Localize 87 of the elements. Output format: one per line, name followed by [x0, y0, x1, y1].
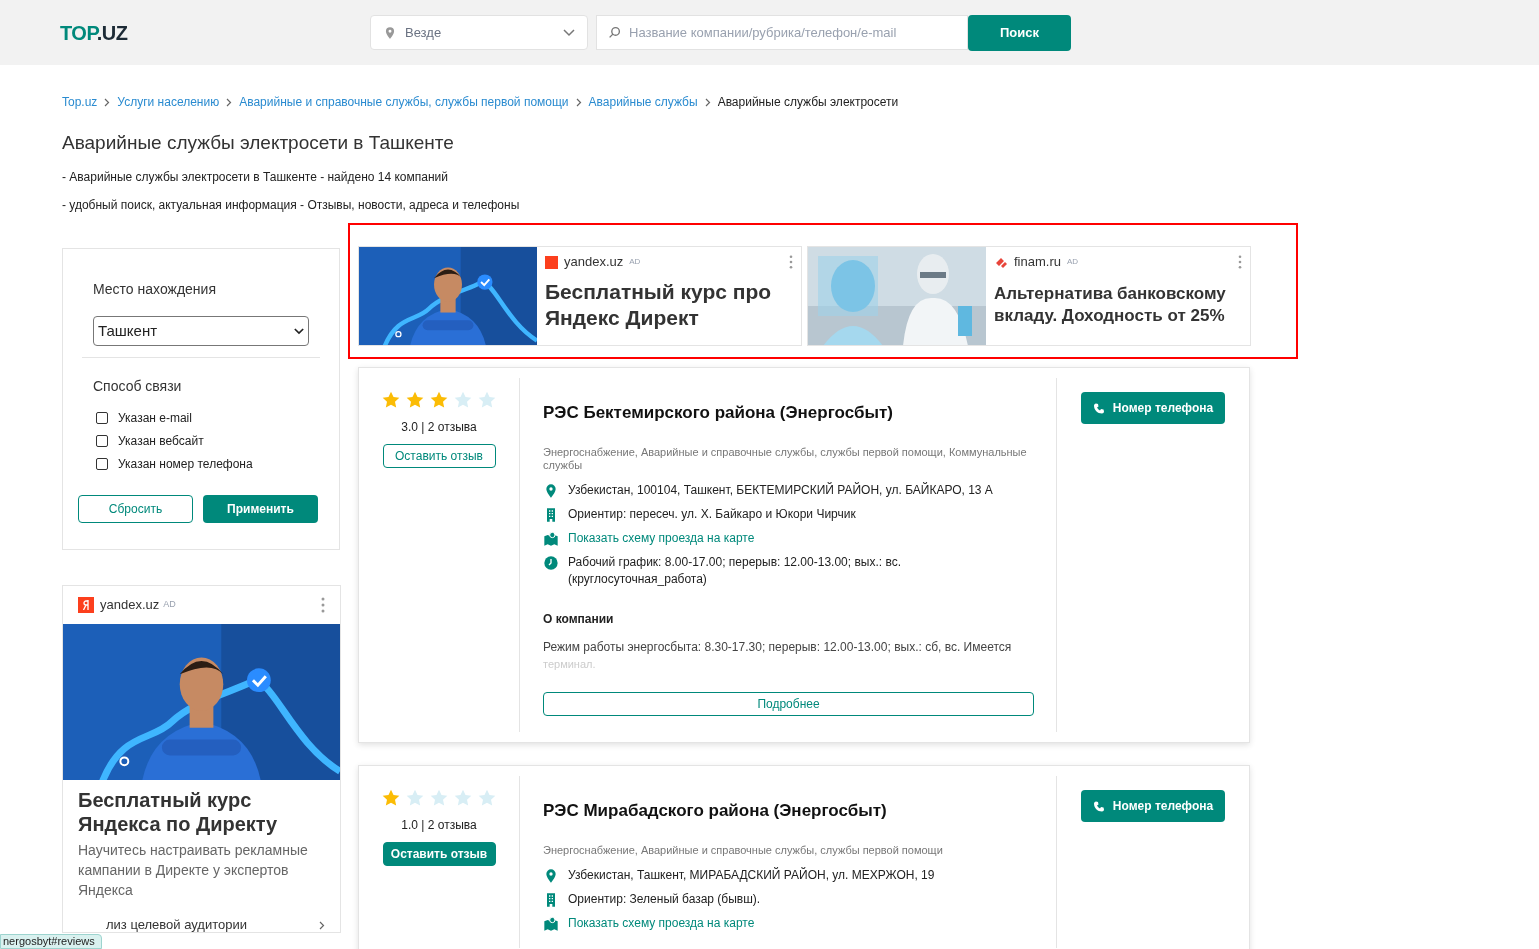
phone-button[interactable]: Номер телефона	[1081, 790, 1225, 822]
breadcrumb-current: Аварийные службы электросети	[717, 94, 899, 111]
location-pin-icon	[383, 24, 397, 41]
chevron-right-icon	[704, 97, 711, 107]
chevron-right-icon	[226, 97, 233, 107]
ad-title: Бесплатный курс про Яндекс Директ	[545, 279, 773, 331]
city-select[interactable]: Ташкент	[93, 316, 309, 346]
breadcrumb-link[interactable]: Услуги населению	[117, 93, 220, 111]
more-button[interactable]: Подробнее	[543, 692, 1034, 716]
intro-text: - удобный поиск, актуальная информация - Отзывы, новости, адреса и телефоны	[62, 197, 521, 213]
star-icon	[477, 788, 497, 808]
location-select[interactable]: Везде	[370, 15, 588, 50]
rating-text: 1.0 | 2 отзыва	[401, 817, 477, 834]
star-icon	[381, 390, 401, 410]
page-title: Аварийные службы электросети в Ташкенте	[62, 131, 455, 155]
location-pin-icon	[543, 482, 559, 499]
rating-text: 3.0 | 2 отзыва	[401, 419, 477, 436]
ad-source: yandex.uz	[564, 253, 624, 272]
phone-button[interactable]: Номер телефона	[1081, 392, 1225, 424]
company-categories: Энергоснабжение, Аварийные и справочные службы, службы первой помощи	[543, 843, 944, 857]
star-icon	[429, 788, 449, 808]
star-icon	[405, 788, 425, 808]
breadcrumb-link[interactable]: Аварийные службы	[588, 93, 698, 111]
map-link[interactable]: Показать схему проезда на карте	[568, 914, 755, 932]
search-button[interactable]: Поиск	[968, 14, 1071, 51]
checkbox[interactable]	[96, 435, 108, 447]
more-options-icon[interactable]	[321, 597, 325, 613]
phone-icon	[1092, 799, 1105, 813]
detail-text: Ориентир: пересеч. ул. Х. Байкаро и Юкори Чирчик	[568, 505, 856, 523]
company-categories: Энергоснабжение, Аварийные и справочные службы, службы первой помощи, Коммунальные службы	[543, 445, 1028, 472]
site-logo[interactable]: TOP.UZ	[60, 17, 370, 48]
breadcrumb-link[interactable]: Аварийные и справочные службы, службы первой помощи	[239, 93, 569, 111]
ad-label: AD	[1066, 256, 1079, 268]
ad-label: AD	[629, 256, 641, 268]
search-field[interactable]: Название компании/рубрика/телефон/e-mail	[596, 15, 968, 50]
review-button[interactable]: Оставить отзыв	[382, 842, 496, 866]
checkbox-label: Указан номер телефона	[118, 456, 253, 473]
map-link[interactable]: Показать схему проезда на карте	[568, 529, 755, 547]
checkbox-label: Указан вебсайт	[118, 433, 204, 450]
detail-text: Узбекистан, Ташкент, МИРАБАДСКИЙ РАЙОН, ул. МЕХРЖОН, 19	[568, 866, 935, 884]
checkbox[interactable]	[96, 458, 108, 470]
company-name[interactable]: РЭС Мирабадского района (Энергосбыт)	[543, 798, 1033, 824]
star-icon	[405, 390, 425, 410]
ad-card[interactable]: finam.ru AD Альтернатива банковскому вкладу. Доходность от 25%	[807, 246, 1251, 346]
star-icon	[477, 390, 497, 410]
detail-text: Ориентир: Зеленый базар (бывш).	[568, 890, 761, 908]
diamond-logo-icon	[994, 255, 1008, 269]
ad-title: Альтернатива банковскому вкладу. Доходность от 25%	[994, 283, 1227, 327]
review-button[interactable]: Оставить отзыв	[382, 444, 496, 468]
phone-icon	[1092, 401, 1105, 415]
star-icon	[453, 788, 473, 808]
chevron-down-icon	[563, 28, 575, 37]
chevron-down-icon	[294, 327, 304, 335]
more-options-icon[interactable]	[1238, 255, 1242, 269]
ad-title: Бесплатный курс Яндекса по Директу	[78, 788, 279, 836]
reset-button[interactable]: Сбросить	[78, 495, 193, 523]
star-icon	[429, 390, 449, 410]
ad-text: Научитесь настраивать рекламные кампании в Директе у экспертов Яндекса	[78, 841, 308, 900]
star-icon	[381, 788, 401, 808]
map-icon	[543, 915, 559, 932]
detail-text: Узбекистан, 100104, Ташкент, БЕКТЕМИРСКИЙ РАЙОН, ул. БАЙКАРО, 13 А	[568, 481, 993, 499]
location-pin-icon	[543, 867, 559, 884]
intro-text: - Аварийные службы электросети в Ташкенте - найдено 14 компаний	[62, 169, 449, 185]
chevron-right-icon	[575, 97, 582, 107]
filter-label: Способ связи	[93, 377, 183, 396]
about-heading: О компании	[543, 610, 615, 628]
ad-card[interactable]: yandex.uz AD Бесплатный курс Яндекса по Директу Научитесь настраивать рекламные кампании в Директе у экспертов Яндекса лиз целевой аудитории	[62, 585, 341, 933]
ad-source: yandex.uz	[100, 596, 160, 615]
map-icon	[543, 530, 559, 547]
filter-label: Место нахождения	[93, 280, 217, 299]
ad-label: AD	[163, 598, 176, 612]
chevron-right-icon	[319, 920, 325, 930]
breadcrumb-link[interactable]: Top.uz	[62, 93, 98, 111]
checkbox[interactable]	[96, 412, 108, 424]
clock-icon	[543, 554, 559, 571]
apply-button[interactable]: Применить	[203, 495, 318, 523]
ad-source: finam.ru	[1014, 253, 1061, 272]
search-icon	[608, 26, 621, 39]
ad-card[interactable]: yandex.uz AD Бесплатный курс про Яндекс Директ	[358, 246, 802, 346]
detail-text: Рабочий график: 8.00-17.00; перерыв: 12.00-13.00; вых.: вс. (круглосуточная_работа)	[568, 553, 902, 588]
company-name[interactable]: РЭС Бектемирского района (Энергосбыт)	[543, 400, 1033, 426]
ad-link[interactable]: лиз целевой аудитории	[106, 918, 247, 932]
star-icon	[453, 390, 473, 410]
checkbox-label: Указан e-mail	[118, 410, 192, 427]
about-text: Режим работы энергосбыта: 8.30-17.30; перерыв: 12.00-13.00; вых.: сб, вс. Имеется	[543, 638, 1013, 656]
chevron-right-icon	[104, 97, 111, 107]
more-options-icon[interactable]	[789, 255, 793, 269]
